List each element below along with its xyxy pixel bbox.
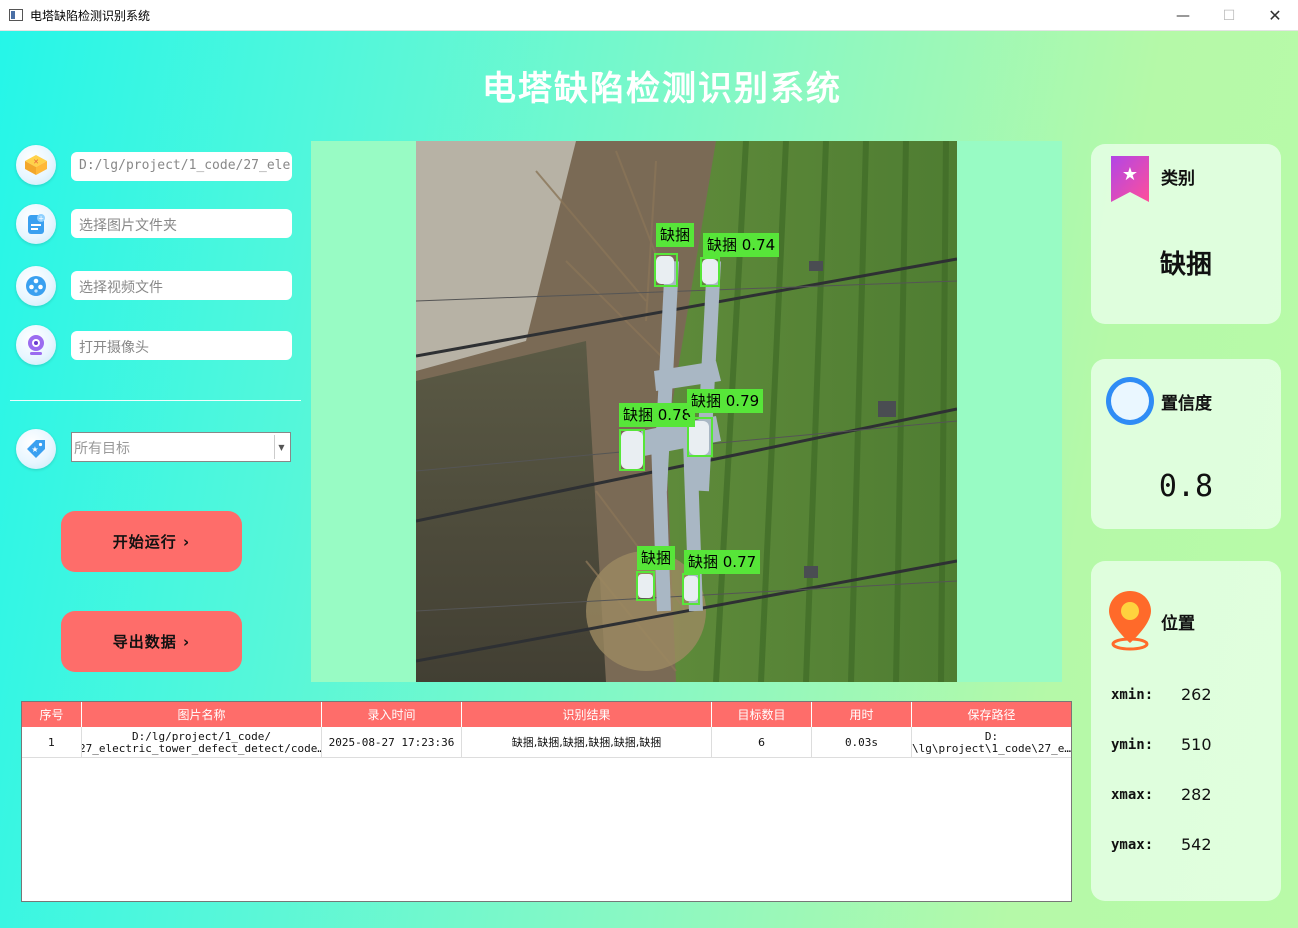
target-select-value: 所有目标	[74, 441, 130, 457]
cell-index: 1	[22, 727, 82, 758]
detection-box	[654, 253, 678, 287]
svg-text:✕: ✕	[33, 158, 39, 166]
xmin-value: 262	[1181, 685, 1212, 704]
position-title: 位置	[1161, 614, 1195, 634]
confidence-card: 置信度 0.8	[1091, 359, 1281, 529]
ymin-value: 510	[1181, 735, 1212, 754]
detection-box	[682, 573, 700, 605]
xmax-value: 282	[1181, 785, 1212, 804]
detection-box	[636, 571, 655, 601]
ymax-value: 542	[1181, 835, 1212, 854]
category-value: 缺捆	[1159, 250, 1212, 280]
cell-path: D: \lg\project\1_code\27_e…	[912, 727, 1071, 758]
image-display-panel: 缺捆 缺捆 0.74 缺捆 0.78 缺捆 0.79 缺捆 缺捆 0.77	[311, 141, 1062, 682]
export-button[interactable]: 导出数据 ›	[61, 611, 242, 672]
cell-name: D:/lg/project/1_code/ 27_electric_tower_…	[82, 727, 322, 758]
xmax-row: xmax: 282	[1111, 785, 1212, 804]
camera-input[interactable]: 打开摄像头	[71, 331, 292, 360]
file-icon[interactable]: ✕	[16, 145, 56, 185]
detection-box	[619, 429, 645, 471]
close-button[interactable]: ✕	[1252, 0, 1298, 31]
detection-label: 缺捆 0.74	[703, 233, 780, 257]
app-icon	[9, 9, 23, 21]
target-select[interactable]: 所有目标 ▼	[71, 432, 291, 462]
cell-path-line1: D:	[984, 729, 999, 743]
column-header-path[interactable]: 保存路径	[912, 702, 1071, 727]
file-path-input[interactable]: D:/lg/project/1_code/27_ele	[71, 152, 292, 181]
video-icon[interactable]	[16, 266, 56, 306]
table-row[interactable]: 1 D:/lg/project/1_code/ 27_electric_towe…	[22, 727, 1071, 758]
xmin-label: xmin:	[1111, 687, 1154, 703]
cell-path-line2: \lg\project\1_code\27_e…	[912, 741, 1071, 755]
detection-label: 缺捆 0.77	[684, 550, 761, 574]
confidence-value: 0.8	[1158, 469, 1214, 504]
column-header-time[interactable]: 录入时间	[322, 702, 462, 727]
ymin-label: ymin:	[1111, 737, 1154, 753]
detection-label: 缺捆 0.78	[619, 403, 696, 427]
detection-box	[687, 417, 713, 457]
detection-label: 缺捆	[637, 546, 676, 570]
position-card: 位置 xmin: 262 ymin: 510 xmax: 282 ymax: 5…	[1091, 561, 1281, 901]
location-pin-icon	[1109, 591, 1151, 651]
cell-result: 缺捆,缺捆,缺捆,缺捆,缺捆,缺捆	[462, 727, 712, 758]
window-titlebar: 电塔缺陷检测识别系统 — ☐ ✕	[0, 0, 1298, 31]
category-title: 类别	[1161, 169, 1195, 189]
svg-text:+: +	[38, 215, 44, 223]
bookmark-star-icon: ★	[1111, 156, 1149, 202]
ymin-row: ymin: 510	[1111, 735, 1212, 754]
maximize-button[interactable]: ☐	[1206, 0, 1252, 31]
column-header-result[interactable]: 识别结果	[462, 702, 712, 727]
category-card: ★ 类别 缺捆	[1091, 144, 1281, 324]
cell-count: 6	[712, 727, 812, 758]
cell-name-line1: D:/lg/project/1_code/	[131, 729, 272, 743]
xmin-row: xmin: 262	[1111, 685, 1212, 704]
page-title: 电塔缺陷检测识别系统	[482, 69, 842, 109]
detection-label: 缺捆	[656, 223, 695, 247]
svg-text:★: ★	[1122, 164, 1138, 185]
ymax-label: ymax:	[1111, 837, 1154, 853]
window-title: 电塔缺陷检测识别系统	[30, 9, 151, 23]
column-header-count[interactable]: 目标数目	[712, 702, 812, 727]
xmax-label: xmax:	[1111, 787, 1154, 803]
video-file-input[interactable]: 选择视频文件	[71, 271, 292, 300]
start-button[interactable]: 开始运行 ›	[61, 511, 242, 572]
cell-time: 2025-08-27 17:23:36	[322, 727, 462, 758]
image-folder-icon[interactable]: +	[16, 204, 56, 244]
column-header-duration[interactable]: 用时	[812, 702, 912, 727]
chevron-down-icon[interactable]: ▼	[274, 435, 288, 459]
table-header: 序号 图片名称 录入时间 识别结果 目标数目 用时 保存路径	[22, 702, 1071, 727]
main-area: 电塔缺陷检测识别系统 ✕ D:/lg/project/1_code/27_ele…	[0, 31, 1298, 928]
detection-photo: 缺捆 缺捆 0.74 缺捆 0.78 缺捆 0.79 缺捆 缺捆 0.77	[416, 141, 957, 682]
column-header-name[interactable]: 图片名称	[82, 702, 322, 727]
image-folder-input[interactable]: 选择图片文件夹	[71, 209, 292, 238]
confidence-ring-icon	[1106, 377, 1154, 425]
cell-duration: 0.03s	[812, 727, 912, 758]
minimize-button[interactable]: —	[1160, 0, 1206, 31]
sidebar-divider	[10, 400, 301, 401]
ymax-row: ymax: 542	[1111, 835, 1212, 854]
detection-label: 缺捆 0.79	[687, 389, 764, 413]
svg-text:★: ★	[31, 445, 38, 454]
tag-icon: ★	[16, 429, 56, 469]
detection-box	[700, 257, 720, 287]
results-table[interactable]: 序号 图片名称 录入时间 识别结果 目标数目 用时 保存路径 1 D:/lg/p…	[21, 701, 1072, 902]
column-header-index[interactable]: 序号	[22, 702, 82, 727]
cell-name-line2: 27_electric_tower_defect_detect/code…	[82, 741, 322, 755]
confidence-title: 置信度	[1161, 394, 1212, 414]
camera-icon[interactable]	[16, 325, 56, 365]
